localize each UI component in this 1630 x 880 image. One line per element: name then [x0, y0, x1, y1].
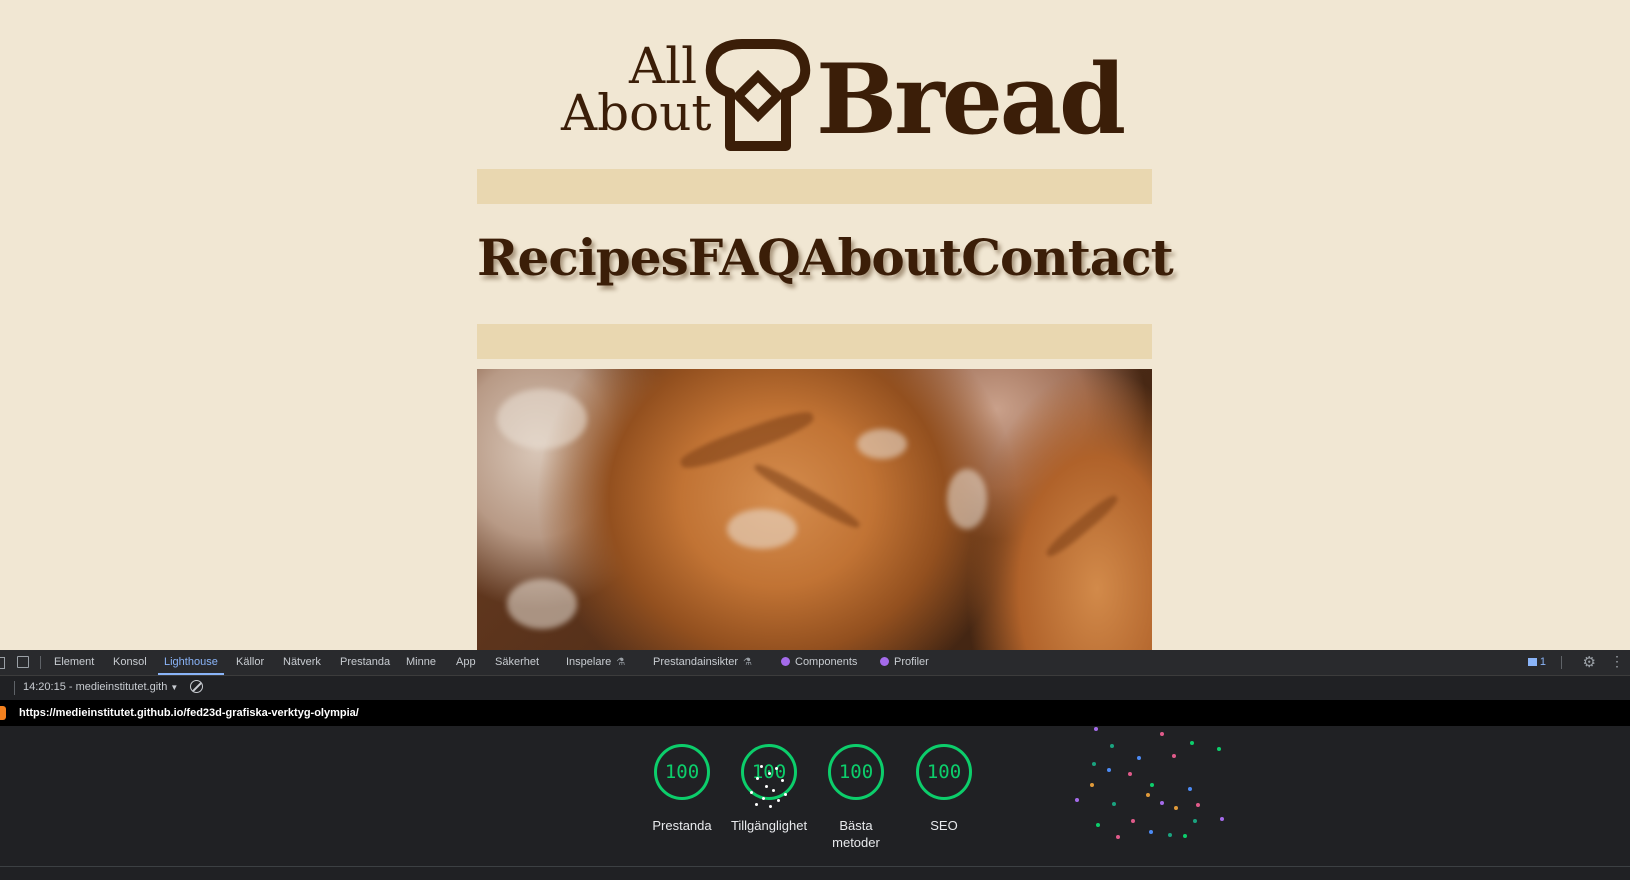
issues-flag-icon [1527, 658, 1537, 666]
nav-link-contact[interactable]: Contact [961, 228, 1174, 287]
main-navigation: Recipes FAQ About Contact [477, 228, 1174, 287]
tab-prestanda[interactable]: Prestanda [340, 650, 390, 675]
report-url[interactable]: https://medieinstitutet.github.io/fed23d… [19, 707, 359, 719]
tab-lighthouse[interactable]: Lighthouse [158, 650, 224, 675]
hero-bread-image [477, 369, 1152, 650]
tab-minne[interactable]: Minne [406, 650, 436, 675]
report-url-bar: https://medieinstitutet.github.io/fed23d… [0, 700, 1630, 726]
decorative-band-bottom [477, 324, 1152, 359]
report-select[interactable]: 14:20:15 - medieinstitutet.gith ▼ [23, 681, 178, 693]
nav-link-about[interactable]: About [800, 228, 963, 287]
devtools-tab-bar: Element Konsol Lighthouse Källor Nätverk… [0, 650, 1630, 676]
react-icon [781, 657, 790, 666]
clear-all-icon[interactable] [190, 680, 203, 693]
nav-link-recipes[interactable]: Recipes [477, 228, 689, 287]
tab-prestandainsikter[interactable]: Prestandainsikter ⚗ [653, 650, 752, 675]
more-options-icon[interactable]: ⋮ [1610, 653, 1624, 670]
tab-app[interactable]: App [456, 650, 476, 675]
tab-inspelare-label: Inspelare [566, 656, 612, 668]
lighthouse-toolbar: 14:20:15 - medieinstitutet.gith ▼ [0, 676, 1630, 700]
score-gauge-seo[interactable]: 100 [916, 744, 972, 800]
logo-text-about: About [561, 84, 712, 142]
nav-link-faq[interactable]: FAQ [688, 228, 801, 287]
tab-inspelare[interactable]: Inspelare ⚗ [566, 650, 625, 675]
bread-toast-logo-icon [705, 39, 811, 151]
score-label: SEO [930, 818, 958, 833]
score-gauge-prestanda[interactable]: 100 [654, 744, 710, 800]
lighthouse-report: 100 Prestanda 100 Tillgänglighet 100 Bäs… [0, 727, 1630, 859]
score-value: 100 [838, 761, 874, 783]
panel-divider [0, 866, 1630, 867]
tab-profiler[interactable]: Profiler [880, 650, 929, 675]
react-icon [880, 657, 889, 666]
report-select-value: 14:20:15 - medieinstitutet.gith [23, 681, 168, 693]
lighthouse-logo-icon [0, 706, 6, 720]
decorative-band-top [477, 169, 1152, 204]
tab-components-label: Components [795, 656, 858, 668]
issues-badge[interactable]: 1 [1527, 656, 1546, 668]
device-toolbar-icon[interactable] [17, 656, 29, 668]
tab-components[interactable]: Components [781, 650, 857, 675]
inspect-element-icon[interactable] [0, 657, 5, 669]
settings-gear-icon[interactable]: ⚙ [1583, 653, 1596, 671]
experiment-flask-icon: ⚗ [743, 657, 752, 668]
score-gauge-basta-metoder[interactable]: 100 [828, 744, 884, 800]
tab-sakerhet[interactable]: Säkerhet [495, 650, 539, 675]
logo-text-bread: Bread [816, 43, 1126, 156]
chevron-down-icon: ▼ [170, 683, 179, 692]
tab-natverk[interactable]: Nätverk [283, 650, 321, 675]
website-viewport: All About Bread Recipes FAQ About Contac… [0, 0, 1630, 650]
tab-prestandainsikter-label: Prestandainsikter [653, 656, 738, 668]
issues-count: 1 [1539, 656, 1546, 668]
score-value: 100 [926, 761, 962, 783]
experiment-flask-icon: ⚗ [616, 657, 626, 668]
tab-profiler-label: Profiler [894, 656, 929, 668]
tab-konsol[interactable]: Konsol [113, 650, 147, 675]
tab-element[interactable]: Element [54, 650, 94, 675]
devtools-panel: Element Konsol Lighthouse Källor Nätverk… [0, 650, 1630, 880]
tab-kallor[interactable]: Källor [236, 650, 264, 675]
score-value: 100 [664, 761, 700, 783]
